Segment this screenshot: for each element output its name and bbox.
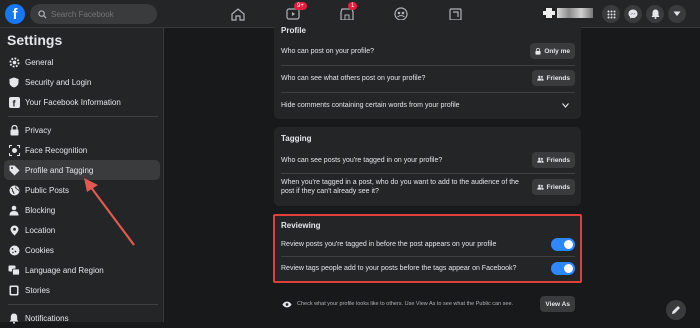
annotation-arrow <box>84 178 135 246</box>
